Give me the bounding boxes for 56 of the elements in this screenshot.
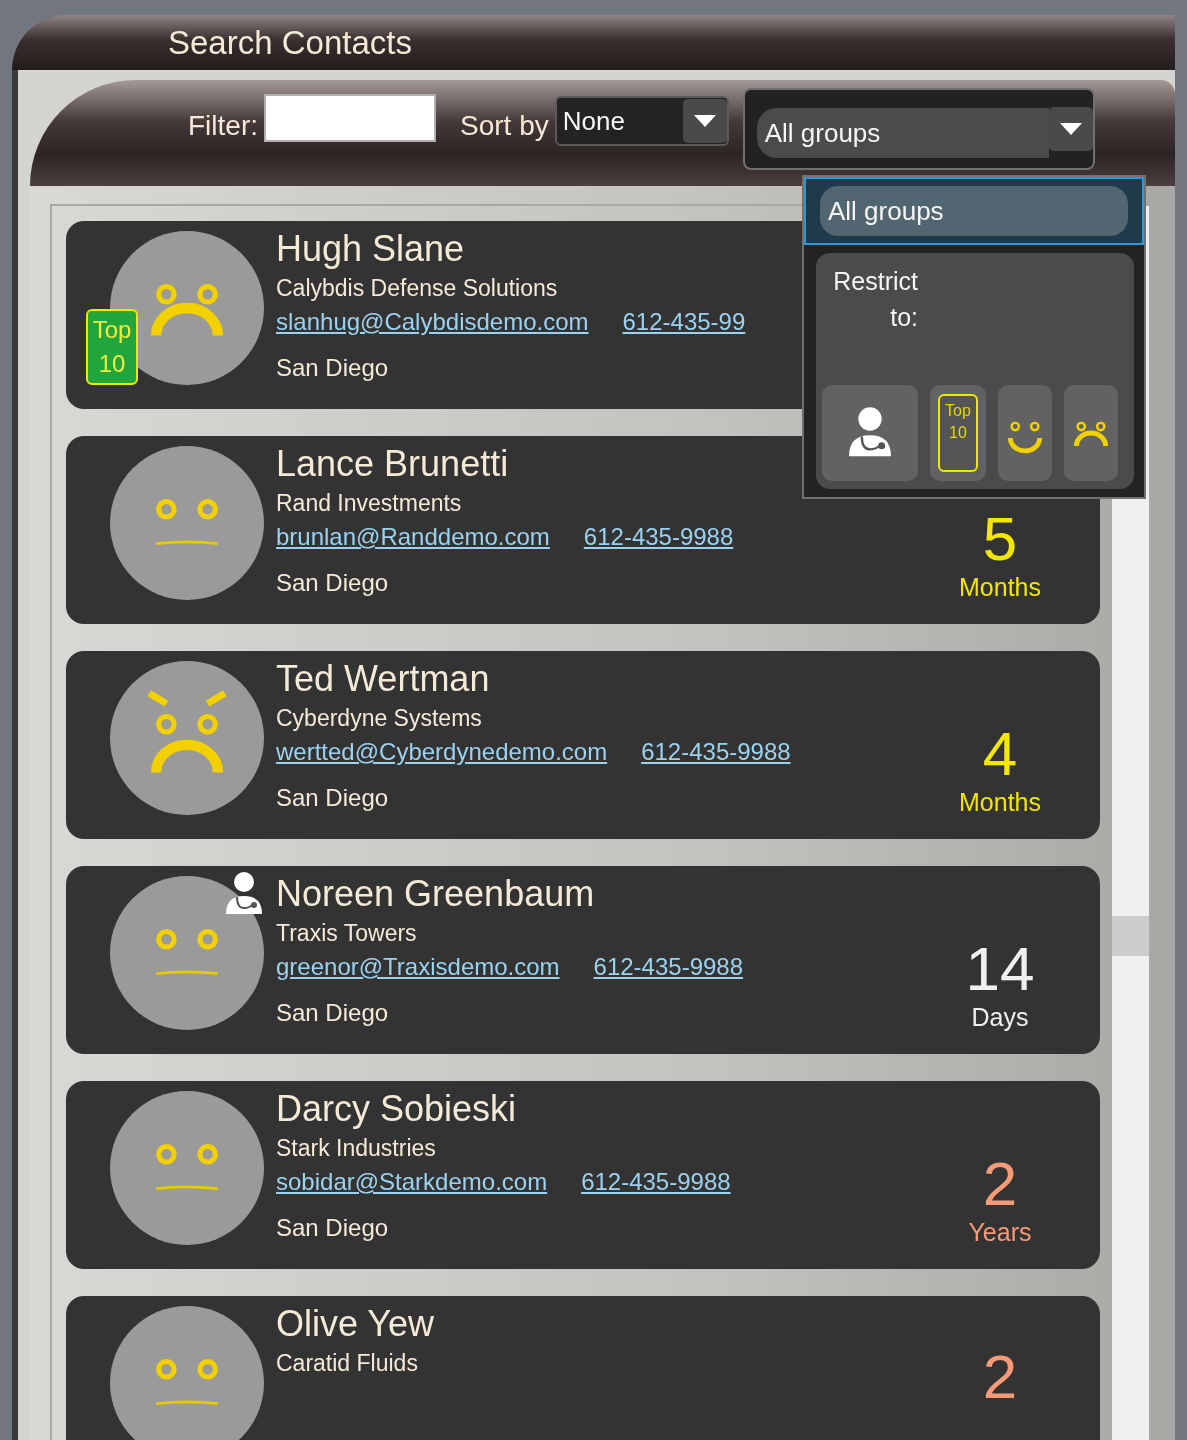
window-title: Search Contacts	[168, 23, 412, 62]
contact-card[interactable]: Ted Wertman Cyberdyne Systems wertted@Cyberdynedemo.com 612-435-9988 San Diego 4 Months	[66, 651, 1100, 839]
city-text: San Diego	[276, 783, 389, 813]
contact-name: Ted Wertman	[276, 657, 490, 701]
sort-dropdown[interactable]: None	[554, 96, 729, 146]
email-link[interactable]: sobidar@Starkdemo.com	[276, 1165, 548, 1199]
tenure-unit: Months	[959, 787, 1041, 817]
tenure-number: 14	[965, 936, 1035, 1002]
email-link[interactable]: slanhug@Calybdisdemo.com	[276, 305, 589, 339]
filter-label: Filter:	[188, 110, 258, 142]
happy-filter-button[interactable]	[998, 385, 1052, 481]
restrict-label: Restrict to:	[832, 266, 918, 333]
phone-link[interactable]: 612-435-99	[622, 305, 746, 339]
contact-name: Noreen Greenbaum	[276, 872, 595, 916]
contact-card[interactable]: Darcy Sobieski Stark Industries sobidar@Starkdemo.com 612-435-9988 San Diego 2 Years	[66, 1081, 1100, 1269]
contact-card[interactable]: Noreen Greenbaum Traxis Towers greenor@Traxisdemo.com 612-435-9988 San Diego 14 Days	[66, 866, 1100, 1054]
company-name: Traxis Towers	[276, 919, 417, 948]
city-text: San Diego	[276, 998, 389, 1028]
company-name: Stark Industries	[276, 1134, 436, 1163]
filter-field[interactable]	[264, 94, 436, 142]
company-name: Rand Investments	[276, 489, 462, 518]
contact-card[interactable]: Olive Yew Caratid Fluids 2	[66, 1296, 1100, 1440]
email-link[interactable]: brunlan@Randdemo.com	[276, 520, 550, 554]
company-name: Cyberdyne Systems	[276, 704, 482, 733]
contact-name: Olive Yew	[276, 1302, 435, 1346]
caret-icon	[1059, 123, 1082, 135]
phone-link[interactable]: 612-435-9988	[593, 950, 744, 984]
tenure-unit: Months	[959, 572, 1041, 602]
city-text: San Diego	[276, 568, 389, 598]
top-10-filter-button[interactable]: Top 10	[930, 385, 986, 481]
scroll-thumb[interactable]	[1112, 916, 1149, 956]
top-10-badge: Top 10	[86, 309, 138, 385]
phone-link[interactable]: 612-435-9988	[581, 1165, 731, 1199]
phone-link[interactable]: 612-435-9988	[641, 735, 791, 769]
contact-name: Lance Brunetti	[276, 442, 509, 486]
doctor-filter-button[interactable]	[822, 385, 918, 481]
caret-icon	[693, 115, 716, 127]
tenure-number: 2	[982, 1151, 1018, 1217]
city-text: San Diego	[276, 1213, 389, 1243]
email-link[interactable]: wertted@Cyberdynedemo.com	[276, 735, 608, 769]
tenure-number: 4	[982, 721, 1018, 787]
contact-name: Hugh Slane	[276, 227, 465, 271]
tenure-unit: Days	[971, 1002, 1029, 1032]
dropdown-item[interactable]: All groups	[820, 186, 1128, 236]
phone-link[interactable]: 612-435-9988	[583, 520, 734, 554]
company-name: Caratid Fluids	[276, 1349, 418, 1378]
contact-name: Darcy Sobieski	[276, 1087, 517, 1131]
company-name: Calybdis Defense Solutions	[276, 274, 558, 303]
tenure-unit: Years	[968, 1217, 1032, 1247]
sad-filter-button[interactable]	[1064, 385, 1118, 481]
email-link[interactable]: greenor@Traxisdemo.com	[276, 950, 560, 984]
city-text: San Diego	[276, 353, 389, 383]
tenure-number: 5	[982, 506, 1018, 572]
group-dropdown[interactable]: All groups	[742, 88, 1095, 170]
tenure-number: 2	[982, 1344, 1018, 1410]
sort-label: Sort by	[460, 110, 549, 142]
